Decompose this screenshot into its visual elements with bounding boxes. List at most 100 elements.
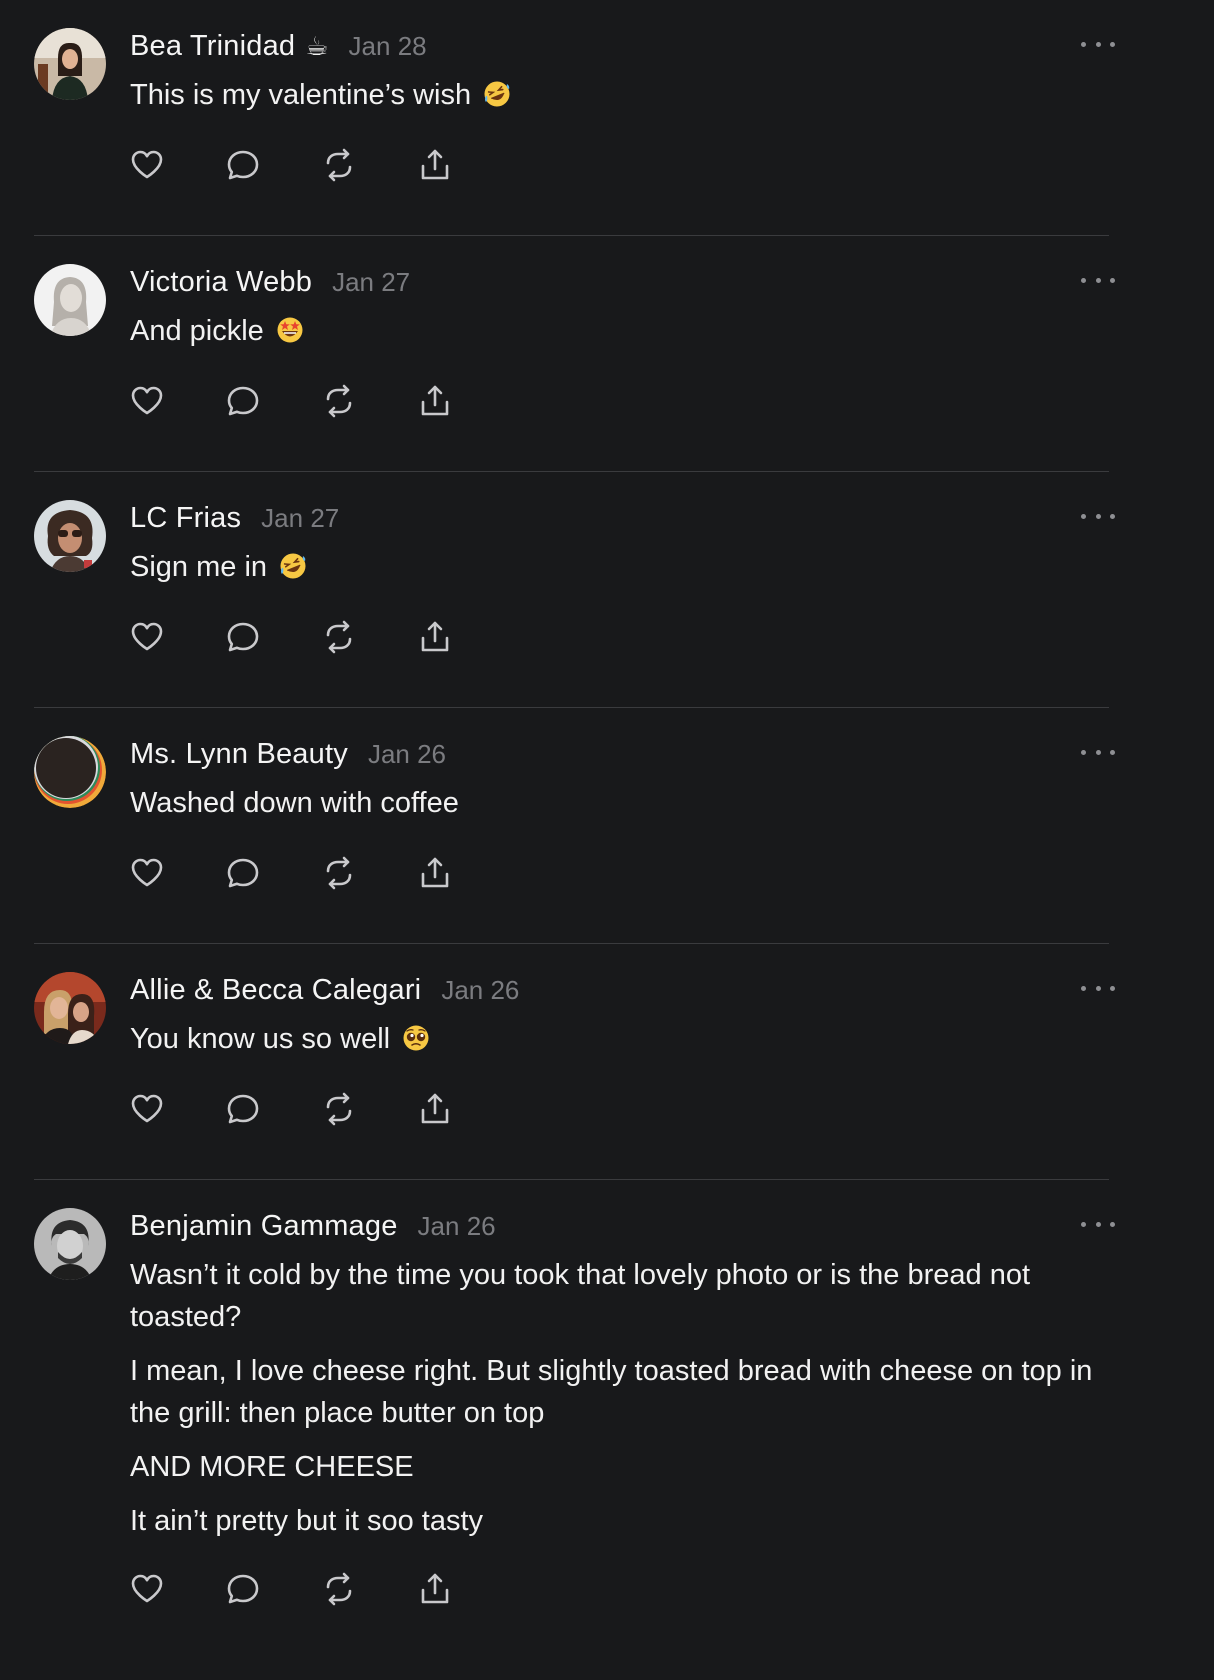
star-struck-emoji-icon <box>277 317 303 343</box>
comment-icon <box>227 386 259 416</box>
post-paragraph: You know us so well <box>130 1023 391 1055</box>
avatar[interactable] <box>34 972 106 1044</box>
share-icon <box>421 1093 449 1124</box>
post-date[interactable]: Jan 26 <box>418 1211 496 1242</box>
post-paragraph: And pickle <box>130 315 264 347</box>
repost-button[interactable] <box>320 382 358 420</box>
avatar-image <box>34 500 106 572</box>
reply-button[interactable] <box>224 146 262 184</box>
repost-icon <box>326 1092 352 1126</box>
post-text: Sign me in <box>130 546 1109 588</box>
post-text: You know us so well <box>130 1018 1109 1060</box>
post-actions <box>128 854 1109 892</box>
avatar-image <box>34 972 106 1044</box>
post-date[interactable]: Jan 27 <box>261 503 339 534</box>
repost-button[interactable] <box>320 1090 358 1128</box>
reply-post: Allie & Becca Calegari Jan 26 You know u… <box>34 944 1115 1180</box>
post-actions <box>128 382 1109 420</box>
more-icon[interactable] <box>1081 978 1115 998</box>
post-paragraph: It ain’t pretty but it soo tasty <box>130 1505 483 1537</box>
reply-post: LC Frias Jan 27 Sign me in <box>34 472 1115 708</box>
repost-button[interactable] <box>320 618 358 656</box>
more-icon[interactable] <box>1081 742 1115 762</box>
comment-icon <box>227 622 259 652</box>
author-name[interactable]: Bea Trinidad <box>130 30 295 63</box>
post-actions <box>128 146 1109 184</box>
author-name[interactable]: Victoria Webb <box>130 266 312 299</box>
post-text: This is my valentine’s wish <box>130 74 1109 116</box>
coffee-icon: ☕ <box>305 31 329 61</box>
repost-icon <box>326 1572 352 1606</box>
repost-button[interactable] <box>320 146 358 184</box>
more-icon[interactable] <box>1081 34 1115 54</box>
share-button[interactable] <box>416 854 454 892</box>
reply-button[interactable] <box>224 382 262 420</box>
reply-post: Victoria Webb Jan 27 And pickle <box>34 236 1115 472</box>
reply-button[interactable] <box>224 1090 262 1128</box>
comment-icon <box>227 1574 259 1604</box>
like-button[interactable] <box>128 382 166 420</box>
like-button[interactable] <box>128 854 166 892</box>
share-button[interactable] <box>416 1090 454 1128</box>
post-paragraph: Sign me in <box>130 551 268 583</box>
more-icon[interactable] <box>1081 270 1115 290</box>
repost-button[interactable] <box>320 854 358 892</box>
heart-icon <box>131 1094 163 1123</box>
replies-feed: Bea Trinidad ☕ Jan 28 This is my valenti… <box>0 0 1214 1680</box>
reply-post: Ms. Lynn Beauty Jan 26 Washed down with … <box>34 708 1115 944</box>
avatar[interactable] <box>34 500 106 572</box>
avatar-image <box>34 264 106 336</box>
like-button[interactable] <box>128 146 166 184</box>
repost-icon <box>326 856 352 890</box>
heart-icon <box>131 150 163 179</box>
reply-button[interactable] <box>224 618 262 656</box>
comment-icon <box>227 858 259 888</box>
post-date[interactable]: Jan 27 <box>332 267 410 298</box>
more-icon[interactable] <box>1081 506 1115 526</box>
pleading-face-emoji-icon <box>403 1025 429 1051</box>
comment-icon <box>227 150 259 180</box>
post-date[interactable]: Jan 26 <box>441 975 519 1006</box>
repost-icon <box>326 148 352 182</box>
repost-button[interactable] <box>320 1570 358 1608</box>
like-button[interactable] <box>128 1570 166 1608</box>
rofl-emoji-icon <box>484 81 510 107</box>
heart-icon <box>131 858 163 887</box>
share-button[interactable] <box>416 618 454 656</box>
share-icon <box>421 1573 449 1604</box>
post-date[interactable]: Jan 26 <box>368 739 446 770</box>
rofl-emoji-icon <box>280 553 306 579</box>
heart-icon <box>131 386 163 415</box>
author-name[interactable]: Benjamin Gammage <box>130 1210 398 1243</box>
like-button[interactable] <box>128 618 166 656</box>
repost-icon <box>326 620 352 654</box>
avatar[interactable] <box>34 264 106 336</box>
post-date[interactable]: Jan 28 <box>349 31 427 62</box>
share-button[interactable] <box>416 146 454 184</box>
like-button[interactable] <box>128 1090 166 1128</box>
post-text: And pickle <box>130 310 1109 352</box>
author-name[interactable]: Allie & Becca Calegari <box>130 974 421 1007</box>
post-paragraph: Wasn’t it cold by the time you took that… <box>130 1259 1031 1333</box>
heart-icon <box>131 622 163 651</box>
avatar-image <box>34 1208 106 1280</box>
avatar[interactable] <box>34 736 106 808</box>
reply-post: Benjamin Gammage Jan 26 Wasn’t it cold b… <box>34 1180 1115 1680</box>
post-paragraph: I mean, I love cheese right. But slightl… <box>130 1355 1093 1429</box>
post-paragraph: AND MORE CHEESE <box>130 1451 414 1483</box>
reply-button[interactable] <box>224 1570 262 1608</box>
share-button[interactable] <box>416 1570 454 1608</box>
share-button[interactable] <box>416 382 454 420</box>
post-actions <box>128 1570 1109 1608</box>
more-icon[interactable] <box>1081 1214 1115 1234</box>
post-paragraph: Washed down with coffee <box>130 787 459 819</box>
reply-post: Bea Trinidad ☕ Jan 28 This is my valenti… <box>34 0 1115 236</box>
author-name[interactable]: Ms. Lynn Beauty <box>130 738 348 771</box>
reply-button[interactable] <box>224 854 262 892</box>
author-name[interactable]: LC Frias <box>130 502 241 535</box>
avatar[interactable] <box>34 28 106 100</box>
post-paragraph: This is my valentine’s wish <box>130 79 472 111</box>
share-icon <box>421 385 449 416</box>
avatar[interactable] <box>34 1208 106 1280</box>
share-icon <box>421 621 449 652</box>
